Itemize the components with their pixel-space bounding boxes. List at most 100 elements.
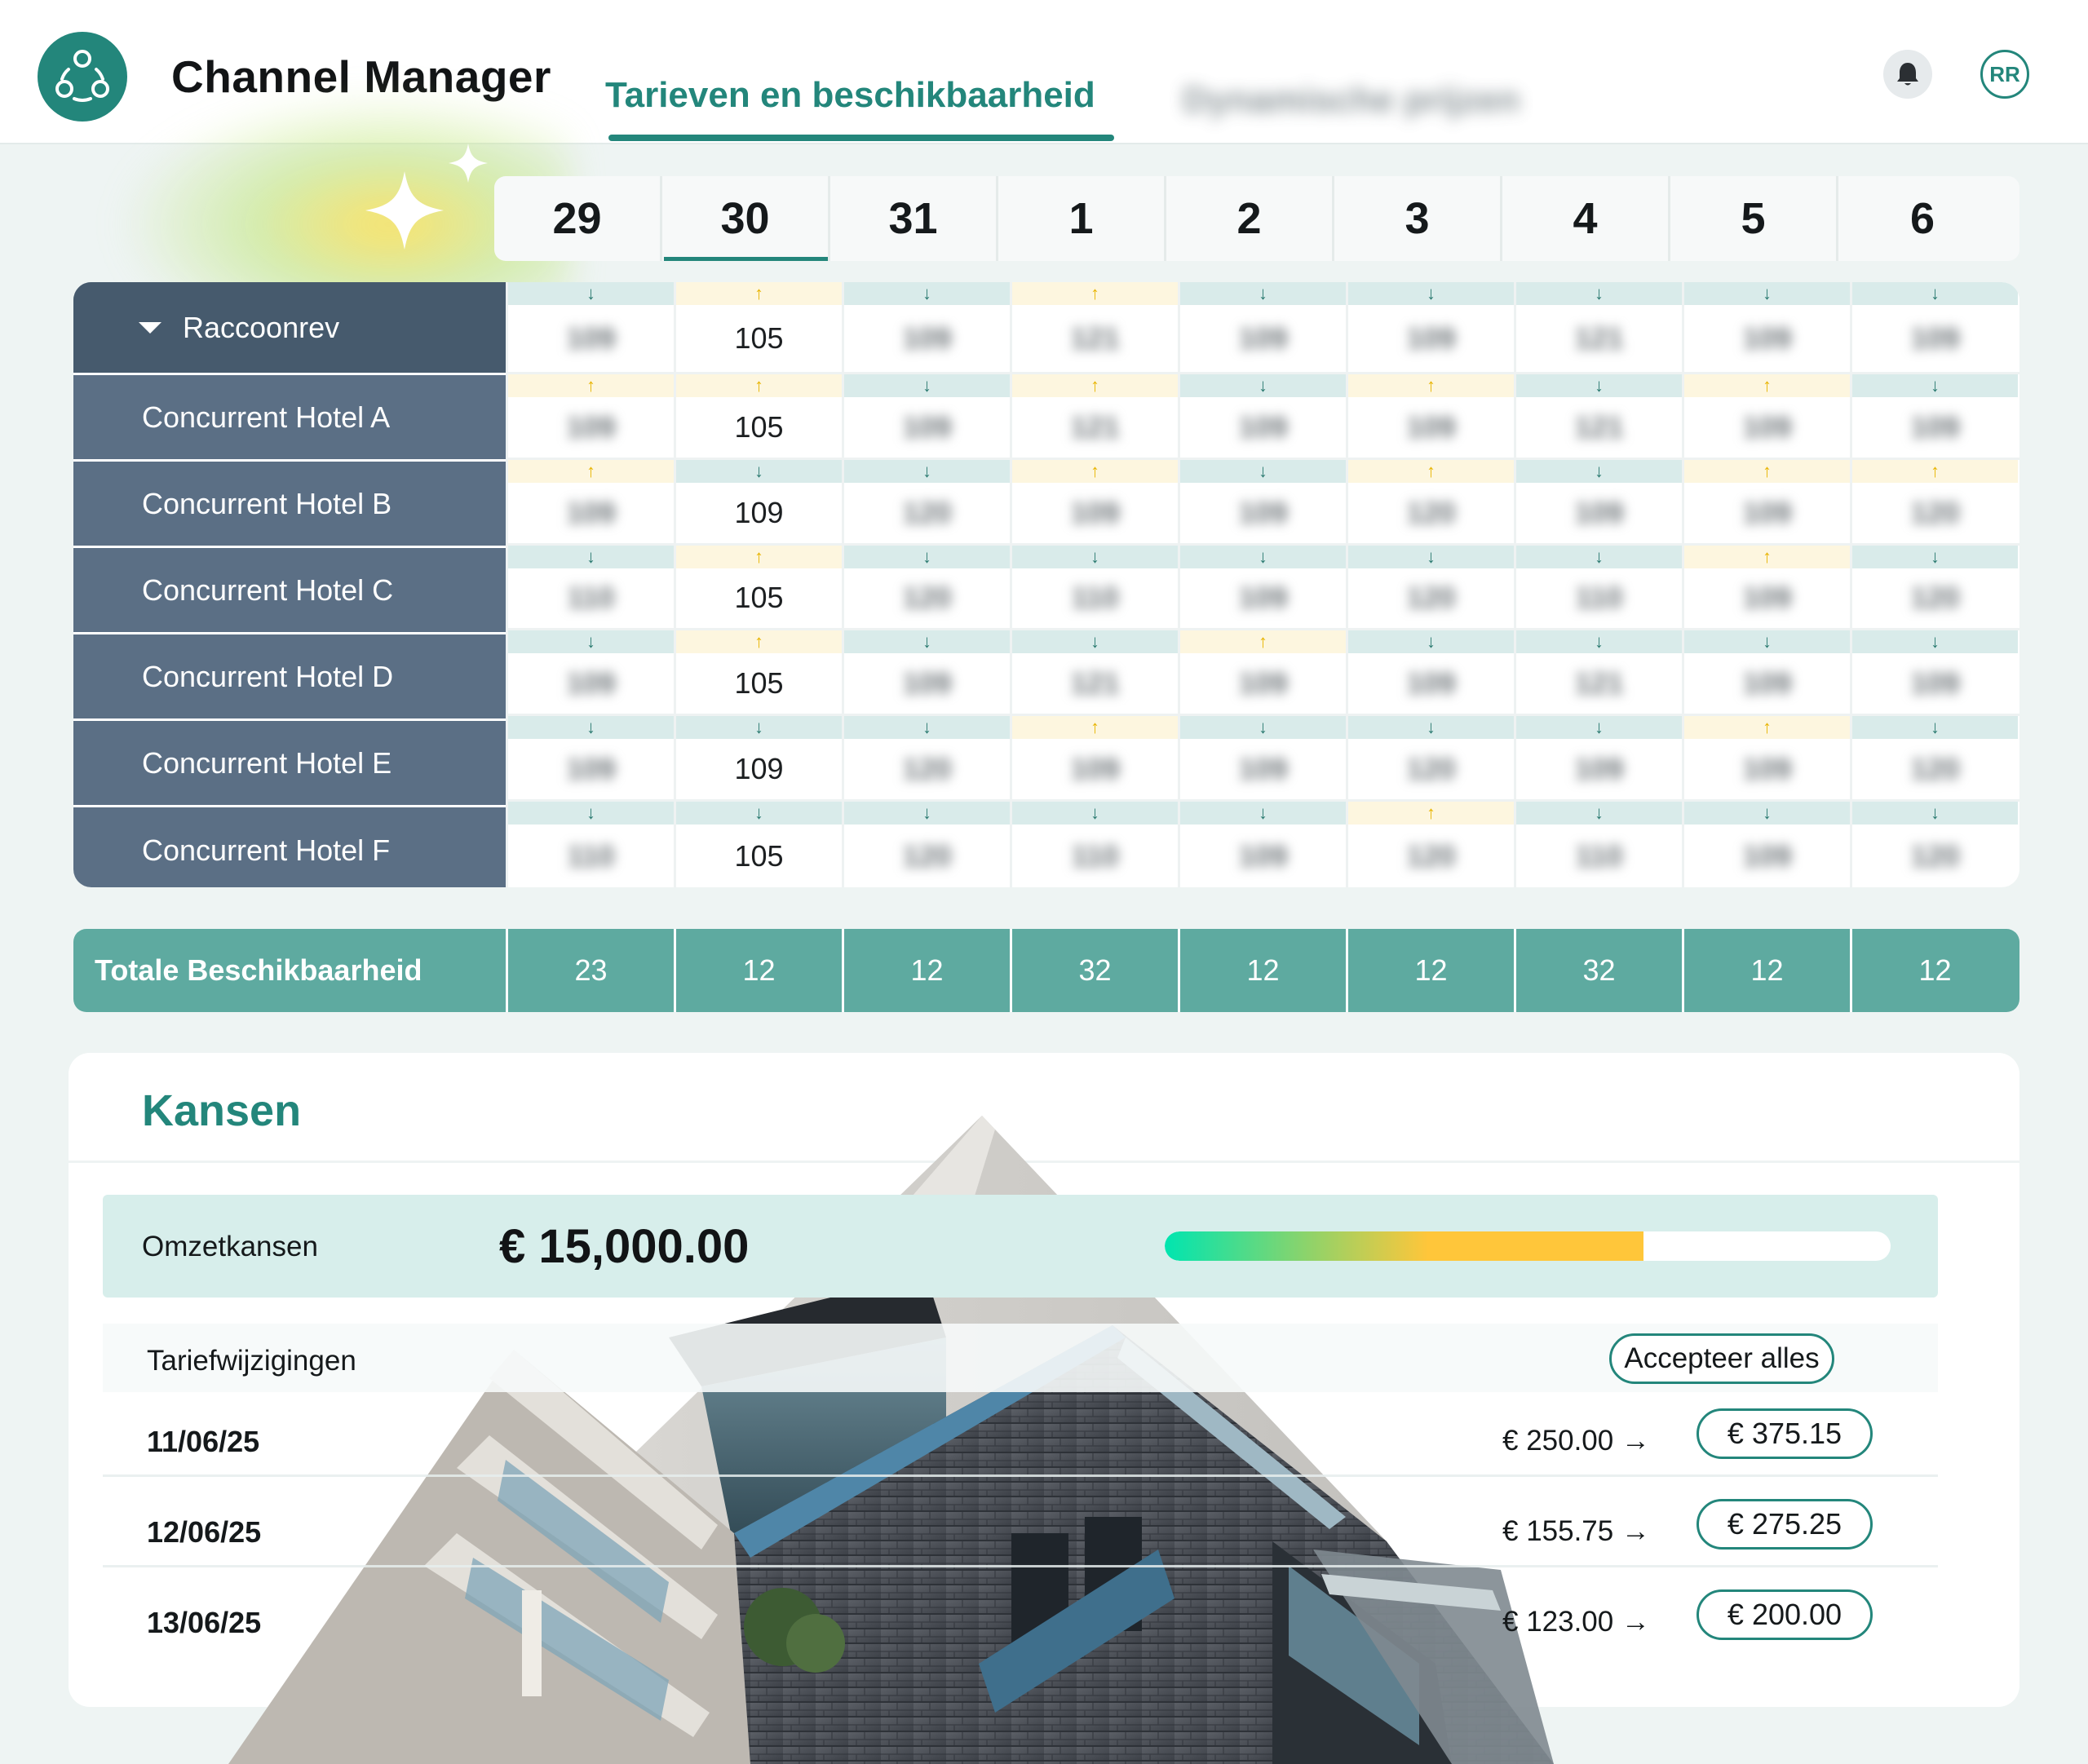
rate-cell[interactable]: ↓ 105 [674,802,842,887]
rate-cell[interactable]: ↓ 109 [1178,459,1346,543]
rate-cell[interactable]: ↓ 110 [1514,802,1682,887]
rate-cell[interactable]: ↓ 110 [506,545,674,629]
rate-cell[interactable]: ↓ 121 [1514,630,1682,714]
table-row: ↓ 110 ↓ 105 ↓ 120 ↓ 110 ↓ 109 ↑ 120 ↓ 110 ↓ 109 ↓ 120 [506,802,2019,887]
rate-changes-header: Tariefwijzigingen Accepteer alles [103,1324,1938,1392]
arrow-down-icon: ↓ [1516,374,1682,397]
rate-cell[interactable]: ↓ 120 [1850,545,2018,629]
date-column-header[interactable]: 5 [1670,176,1838,261]
rate-cell[interactable]: ↑ 121 [1010,282,1178,372]
rate-cell[interactable]: ↑ 120 [1850,459,2018,543]
rate-cell[interactable]: ↓ 109 [506,716,674,800]
rate-cell[interactable]: ↓ 120 [842,802,1010,887]
competitor-row-label[interactable]: Concurrent Hotel F [73,807,506,887]
rate-cell[interactable]: ↑ 120 [1346,802,1514,887]
accept-all-button[interactable]: Accepteer alles [1609,1333,1834,1384]
rate-cell[interactable]: ↓ 109 [1346,630,1514,714]
rate-change-new-price-button[interactable]: € 375.15 [1696,1408,1873,1459]
rate-cell[interactable]: ↓ 109 [1682,802,1850,887]
rate-cell[interactable]: ↓ 120 [1850,716,2018,800]
rate-cell[interactable]: ↓ 110 [506,802,674,887]
rate-cell[interactable]: ↓ 110 [1514,545,1682,629]
rate-cell[interactable]: ↓ 109 [1514,459,1682,543]
competitor-row-label[interactable]: Concurrent Hotel D [73,634,506,721]
rate-cell[interactable]: ↑ 109 [1346,374,1514,458]
arrow-down-icon: ↓ [844,802,1010,825]
date-column-header[interactable]: 2 [1166,176,1334,261]
rate-cell[interactable]: ↓ 109 [674,716,842,800]
date-column-header[interactable]: 4 [1502,176,1670,261]
rate-cell[interactable]: ↓ 109 [1178,716,1346,800]
rate-cell[interactable]: ↑ 109 [1682,545,1850,629]
rate-cell[interactable]: ↓ 109 [1178,282,1346,372]
rate-cell[interactable]: ↓ 109 [1178,802,1346,887]
rate-cell[interactable]: ↓ 109 [674,459,842,543]
rate-cell[interactable]: ↓ 120 [1850,802,2018,887]
rate-cell[interactable]: ↑ 109 [1682,716,1850,800]
rate-cell[interactable]: ↓ 109 [506,630,674,714]
rate-cell[interactable]: ↓ 109 [1178,374,1346,458]
rate-cell[interactable]: ↑ 109 [1682,374,1850,458]
rate-change-old-price: € 250.00 → [1502,1425,1650,1457]
rate-cell[interactable]: ↓ 109 [506,282,674,372]
competitor-row-label[interactable]: Concurrent Hotel E [73,721,506,807]
tab-dynamic-pricing[interactable]: Dynamische prijzen [1183,80,1520,121]
rate-cell[interactable]: ↓ 109 [1514,716,1682,800]
rate-cell[interactable]: ↑ 109 [1010,459,1178,543]
rate-cell[interactable]: ↑ 109 [1010,716,1178,800]
date-column-header[interactable]: 6 [1838,176,2006,261]
rate-cell[interactable]: ↑ 121 [1010,374,1178,458]
competitor-row-label[interactable]: Concurrent Hotel B [73,462,506,548]
rate-cell[interactable]: ↓ 109 [1850,630,2018,714]
own-hotel-row-label[interactable]: Raccoonrev [73,282,506,375]
total-availability-value: 12 [1346,929,1514,1012]
rate-cell[interactable]: ↓ 109 [842,630,1010,714]
arrow-down-icon: ↓ [1012,630,1178,654]
rate-cell[interactable]: ↓ 120 [1346,716,1514,800]
bell-icon[interactable] [1883,50,1932,99]
arrow-down-icon: ↓ [676,716,842,740]
arrow-down-icon: ↓ [1348,630,1514,654]
date-column-header[interactable]: 31 [830,176,998,261]
rate-cell[interactable]: ↓ 109 [1682,630,1850,714]
rate-change-new-price-button[interactable]: € 200.00 [1696,1589,1873,1640]
arrow-down-icon: ↓ [1516,802,1682,825]
rate-cell[interactable]: ↓ 109 [1682,282,1850,372]
rate-cell[interactable]: ↓ 121 [1010,630,1178,714]
rate-cell[interactable]: ↑ 109 [1682,459,1850,543]
rate-cell[interactable]: ↑ 105 [674,630,842,714]
rate-cell[interactable]: ↑ 105 [674,282,842,372]
rate-cell[interactable]: ↑ 109 [506,459,674,543]
rate-cell[interactable]: ↑ 109 [1178,630,1346,714]
date-column-header[interactable]: 3 [1334,176,1502,261]
tab-rates-availability[interactable]: Tarieven en beschikbaarheid [605,75,1095,116]
rate-cell[interactable]: ↓ 121 [1514,374,1682,458]
rate-value: 120 [1910,838,1960,873]
rate-cell[interactable]: ↓ 109 [1850,282,2018,372]
date-column-header[interactable]: 29 [494,176,662,261]
rate-cell[interactable]: ↓ 120 [1346,545,1514,629]
date-column-header[interactable]: 30 [662,176,830,261]
rate-cell[interactable]: ↓ 109 [1346,282,1514,372]
avatar[interactable]: RR [1980,50,2029,99]
date-column-header[interactable]: 1 [998,176,1166,261]
rate-cell[interactable]: ↑ 105 [674,545,842,629]
rate-cell[interactable]: ↓ 109 [1178,545,1346,629]
competitor-row-label[interactable]: Concurrent Hotel A [73,375,506,462]
caret-down-icon[interactable] [139,321,161,334]
rate-cell[interactable]: ↓ 110 [1010,545,1178,629]
rate-cell[interactable]: ↓ 110 [1010,802,1178,887]
rate-cell[interactable]: ↓ 121 [1514,282,1682,372]
rate-cell[interactable]: ↓ 120 [842,545,1010,629]
rate-cell[interactable]: ↑ 120 [1346,459,1514,543]
rate-cell[interactable]: ↑ 109 [506,374,674,458]
rate-cell[interactable]: ↓ 109 [1850,374,2018,458]
arrow-down-icon: ↓ [508,545,674,568]
rate-cell[interactable]: ↓ 120 [842,459,1010,543]
competitor-row-label[interactable]: Concurrent Hotel C [73,548,506,634]
rate-change-new-price-button[interactable]: € 275.25 [1696,1499,1873,1550]
rate-cell[interactable]: ↑ 105 [674,374,842,458]
rate-cell[interactable]: ↓ 109 [842,374,1010,458]
rate-cell[interactable]: ↓ 120 [842,716,1010,800]
rate-cell[interactable]: ↓ 109 [842,282,1010,372]
